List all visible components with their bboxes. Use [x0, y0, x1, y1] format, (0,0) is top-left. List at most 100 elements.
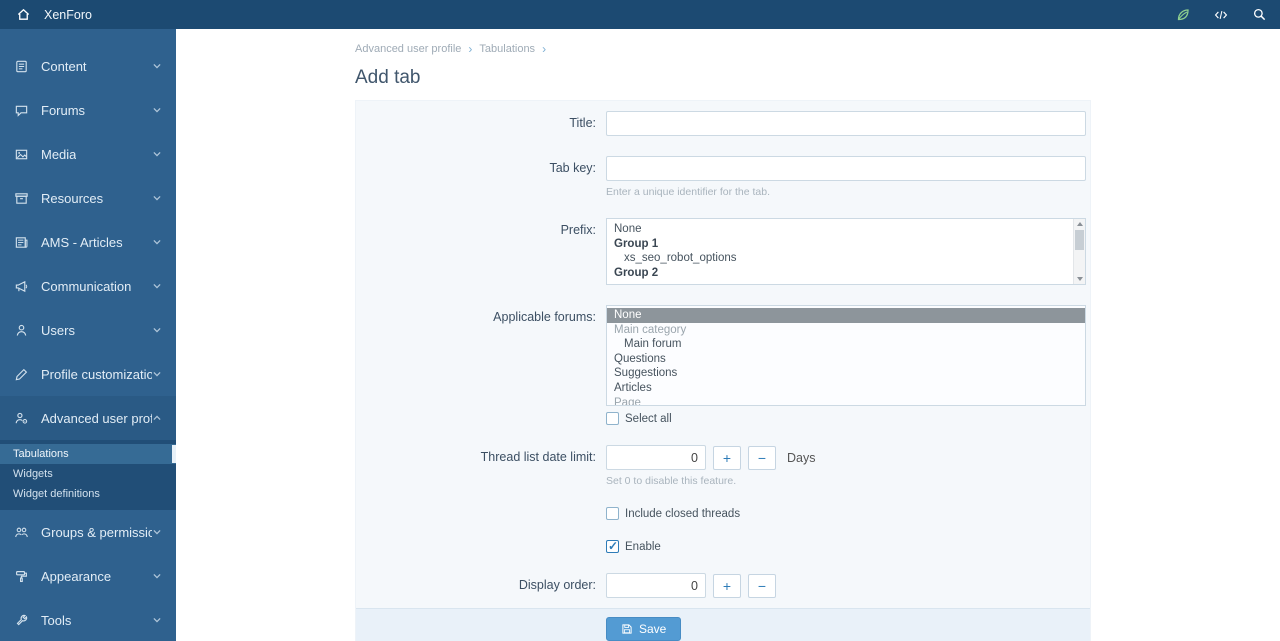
home-icon: [16, 7, 31, 22]
chevron-down-icon: [152, 149, 162, 159]
subitem-label: Widget definitions: [13, 488, 100, 500]
user-icon: [14, 322, 30, 338]
chevron-down-icon: [152, 193, 162, 203]
prefix-option[interactable]: None: [607, 222, 1085, 237]
sidebar-item-forums[interactable]: Forums: [0, 88, 176, 132]
save-button-label: Save: [639, 622, 666, 636]
breadcrumb-link-advanced-user-profile[interactable]: Advanced user profile: [355, 43, 461, 55]
search-button[interactable]: [1250, 6, 1268, 24]
enable-label: Enable: [625, 541, 661, 553]
chevron-down-icon: [152, 571, 162, 581]
sidebar-item-resources[interactable]: Resources: [0, 176, 176, 220]
search-icon: [1252, 7, 1267, 22]
pen-icon: [14, 366, 30, 382]
display-order-label: Display order:: [356, 573, 606, 598]
sidebar-item-label: Profile customization: [41, 367, 152, 382]
prefix-option-group[interactable]: Group 2: [607, 266, 1085, 281]
sidebar-item-label: Users: [41, 323, 75, 338]
title-label: Title:: [356, 111, 606, 136]
chevron-down-icon: [152, 105, 162, 115]
prefix-option-group[interactable]: Group 1: [607, 237, 1085, 252]
sidebar-item-appearance[interactable]: Appearance: [0, 554, 176, 598]
sidebar-item-users[interactable]: Users: [0, 308, 176, 352]
addon-icon: [1175, 7, 1191, 23]
forum-option[interactable]: Main category: [607, 323, 1085, 338]
enable-checkbox[interactable]: [606, 540, 619, 553]
chevron-down-icon: [152, 281, 162, 291]
forum-option[interactable]: Articles: [607, 381, 1085, 396]
sidebar-item-media[interactable]: Media: [0, 132, 176, 176]
chevron-down-icon: [152, 237, 162, 247]
forum-option[interactable]: Questions: [607, 352, 1085, 367]
chevron-down-icon: [152, 61, 162, 71]
sidebar-item-tools[interactable]: Tools: [0, 598, 176, 641]
tab-key-hint: Enter a unique identifier for the tab.: [606, 186, 1086, 198]
breadcrumb-separator-icon: ›: [468, 42, 472, 56]
forum-option[interactable]: Page: [607, 396, 1085, 406]
sidebar-item-label: Appearance: [41, 569, 111, 584]
prefix-select[interactable]: None Group 1 xs_seo_robot_options Group …: [606, 218, 1086, 285]
select-all-checkbox[interactable]: [606, 412, 619, 425]
tab-key-label: Tab key:: [356, 156, 606, 198]
title-input[interactable]: [606, 111, 1086, 136]
sidebar-subitem-tabulations[interactable]: Tabulations: [0, 444, 176, 464]
date-limit-input[interactable]: [606, 445, 706, 470]
form-row-include-closed: Include closed threads: [356, 497, 1090, 530]
sidebar-subitem-widget-definitions[interactable]: Widget definitions: [0, 484, 176, 504]
sidebar-item-groups-permissions[interactable]: Groups & permissions: [0, 510, 176, 554]
applicable-forums-select[interactable]: None Main category Main forum Questions …: [606, 305, 1086, 406]
newspaper-icon: [14, 234, 30, 250]
scrollbar-down-arrow-icon[interactable]: [1074, 274, 1085, 284]
sidebar-item-label: Groups & permissions: [41, 525, 152, 540]
sidebar-item-label: Content: [41, 59, 87, 74]
form-row-display-order: Display order: + −: [356, 563, 1090, 608]
date-limit-label: Thread list date limit:: [356, 445, 606, 487]
subitem-label: Tabulations: [13, 448, 69, 460]
breadcrumb-link-tabulations[interactable]: Tabulations: [479, 43, 535, 55]
scrollbar-thumb[interactable]: [1075, 230, 1084, 250]
sidebar-item-profile-customization[interactable]: Profile customization: [0, 352, 176, 396]
form-row-title: Title:: [356, 101, 1090, 146]
display-order-decrease-button[interactable]: −: [748, 574, 776, 598]
wrench-icon: [14, 612, 30, 628]
code-button[interactable]: [1212, 6, 1230, 24]
sidebar-item-ams-articles[interactable]: AMS - Articles: [0, 220, 176, 264]
forums-icon: [14, 102, 30, 118]
home-button[interactable]: [12, 4, 34, 26]
content-icon: [14, 58, 30, 74]
sidebar: Content Forums Media Resources AMS - Art…: [0, 29, 176, 641]
sidebar-item-advanced-user-profile[interactable]: Advanced user profile: [0, 396, 176, 440]
date-limit-decrease-button[interactable]: −: [748, 446, 776, 470]
select-all-row: Select all: [606, 412, 1086, 425]
save-button[interactable]: Save: [606, 617, 681, 641]
sidebar-item-label: AMS - Articles: [41, 235, 123, 250]
sidebar-subitem-widgets[interactable]: Widgets: [0, 464, 176, 484]
code-icon: [1213, 8, 1229, 22]
display-order-increase-button[interactable]: +: [713, 574, 741, 598]
breadcrumb-separator-icon: ›: [542, 42, 546, 56]
date-limit-increase-button[interactable]: +: [713, 446, 741, 470]
include-closed-threads-checkbox[interactable]: [606, 507, 619, 520]
applicable-forums-label: Applicable forums:: [356, 305, 606, 425]
subitem-label: Widgets: [13, 468, 53, 480]
forum-option[interactable]: Suggestions: [607, 366, 1085, 381]
form-row-applicable-forums: Applicable forums: None Main category Ma…: [356, 295, 1090, 435]
prefix-option[interactable]: xs_seo_robot_options: [607, 251, 1085, 266]
display-order-input[interactable]: [606, 573, 706, 598]
tab-key-input[interactable]: [606, 156, 1086, 181]
sidebar-item-label: Media: [41, 147, 76, 162]
advanced-user-profile-submenu: Tabulations Widgets Widget definitions: [0, 440, 176, 510]
forum-option-selected[interactable]: None: [607, 308, 1085, 323]
add-tab-form: Title: Tab key: Enter a unique identifie…: [355, 100, 1091, 641]
form-row-tab-key: Tab key: Enter a unique identifier for t…: [356, 146, 1090, 208]
sidebar-item-content[interactable]: Content: [0, 44, 176, 88]
forum-option[interactable]: Main forum: [607, 337, 1085, 352]
brand-title[interactable]: XenForo: [44, 8, 92, 22]
form-row-prefix: Prefix: None Group 1 xs_seo_robot_option…: [356, 208, 1090, 295]
addon-button[interactable]: [1174, 6, 1192, 24]
scrollbar-up-arrow-icon[interactable]: [1074, 219, 1085, 229]
sidebar-item-communication[interactable]: Communication: [0, 264, 176, 308]
page-title: Add tab: [355, 67, 1280, 89]
form-footer: Save: [356, 608, 1090, 641]
scrollbar[interactable]: [1073, 219, 1085, 284]
